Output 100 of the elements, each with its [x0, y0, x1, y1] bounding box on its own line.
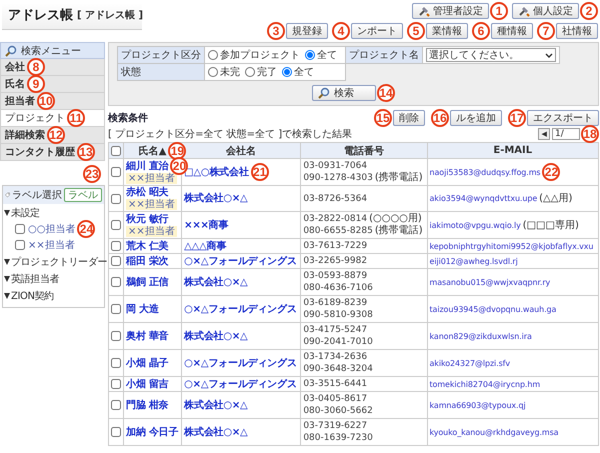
row-checkbox[interactable]: [111, 358, 121, 368]
callout-marker: 20: [170, 157, 188, 175]
contact-name-link[interactable]: 赤松 昭夫: [126, 187, 168, 198]
email-link[interactable]: naoji53583@dudqsy.ffog.ms: [430, 168, 540, 176]
phone-number: 03-6189-8239: [303, 298, 368, 308]
checkbox[interactable]: [15, 240, 25, 250]
callout-marker: 10: [37, 92, 55, 110]
radio-button[interactable]: [282, 66, 292, 76]
phone-number: 03-2822-0814: [303, 214, 368, 224]
sidebar-tab[interactable]: 担当者 10: [0, 93, 105, 110]
toolbar-button[interactable]: エクスポート: [527, 110, 599, 126]
expand-icon[interactable]: [4, 293, 10, 299]
row-checkbox[interactable]: [111, 304, 121, 314]
label-button[interactable]: ラベル: [64, 188, 102, 202]
row-checkbox[interactable]: [111, 220, 121, 230]
callout-marker: 7: [537, 22, 555, 40]
callout-marker: 4: [332, 22, 350, 40]
row-checkbox[interactable]: [111, 167, 121, 177]
callout-marker: 24: [77, 220, 96, 238]
radio-label[interactable]: 完了: [257, 64, 277, 78]
column-header[interactable]: E-MAIL: [493, 145, 532, 156]
callout-marker: 16: [431, 109, 449, 127]
toolbar-button[interactable]: 削除: [393, 110, 425, 126]
tree-label[interactable]: プロジェクトリーダー: [11, 255, 108, 269]
email-note: (△△用): [539, 193, 572, 204]
phone-number: 03-7613-7229: [303, 241, 368, 251]
sidebar-tab[interactable]: プロジェクト 11: [0, 110, 105, 127]
toolbar-button[interactable]: 業情報: [426, 23, 468, 39]
radio-button[interactable]: [208, 50, 218, 60]
label-tag: ××担当者: [126, 199, 177, 210]
expand-icon[interactable]: [4, 210, 10, 216]
tools-icon: [418, 5, 430, 17]
field-label: プロジェクト名: [349, 50, 419, 61]
search-button[interactable]: 検索: [312, 85, 376, 101]
toolbar-button[interactable]: 規登録: [286, 23, 328, 39]
callout-marker: 1: [490, 2, 508, 20]
label-tag: ××担当者: [126, 172, 177, 184]
sidebar-tab[interactable]: コンタクト履歴 13: [0, 144, 105, 161]
radio-label[interactable]: 参加プロジェクト: [220, 48, 300, 62]
toolbar-button[interactable]: ルを追加: [450, 110, 502, 126]
radio-button[interactable]: [245, 66, 255, 76]
sidebar-tab[interactable]: 詳細検索 12: [0, 127, 105, 144]
callout-marker: 5: [407, 22, 425, 40]
callout-marker: 9: [27, 75, 45, 93]
expand-icon[interactable]: [4, 259, 10, 265]
tree-label[interactable]: 未設定: [11, 206, 40, 220]
page-select[interactable]: 1/: [552, 128, 580, 140]
tree-label[interactable]: 英語担当者: [11, 272, 60, 286]
phone-number: 080-3060-5662: [303, 406, 373, 416]
email-link[interactable]: akiko24327@lpzi.sfv: [430, 358, 510, 368]
callout-marker: 13: [77, 143, 95, 161]
email-link[interactable]: kanon829@zikduxwlsn.ira: [430, 332, 532, 340]
radio-label[interactable]: 未完: [220, 64, 240, 78]
tree-label[interactable]: ZION契約: [11, 289, 54, 303]
expand-icon[interactable]: [4, 276, 10, 282]
callout-marker: 2: [580, 2, 598, 20]
dropdown-field[interactable]: 選択してください。: [426, 48, 556, 62]
callout-marker: 8: [27, 58, 45, 76]
phone-number: 090-5810-9308: [303, 310, 373, 320]
row-checkbox[interactable]: [111, 241, 121, 251]
row-checkbox[interactable]: [111, 379, 121, 389]
checkbox[interactable]: [15, 224, 25, 234]
contact-name-link[interactable]: 細川 直治: [126, 160, 168, 172]
sidebar-tab[interactable]: 氏名 9: [0, 76, 105, 93]
tree-label[interactable]: ○○担当者: [28, 224, 76, 235]
settings-button[interactable]: 個人設定: [512, 3, 579, 19]
settings-button[interactable]: 管理者設定: [412, 3, 489, 19]
phone-number: 03-0593-8879: [303, 271, 368, 281]
toolbar-button[interactable]: ンポート: [351, 23, 403, 39]
toolbar-button[interactable]: 種情報: [491, 23, 533, 39]
row-checkbox[interactable]: [111, 256, 121, 266]
radio-button[interactable]: [208, 66, 218, 76]
row-checkbox[interactable]: [111, 277, 121, 287]
company-link[interactable]: ×××商事: [184, 220, 228, 230]
search-summary: [ プロジェクト区分=全て 状態=全て ]で検索した結果: [108, 128, 352, 141]
toolbar-button[interactable]: 社情報: [556, 23, 598, 39]
select-all-checkbox[interactable]: [111, 146, 121, 156]
row-checkbox[interactable]: [111, 400, 121, 410]
phone-number: 090-3648-3204: [303, 364, 373, 374]
radio-button[interactable]: [305, 50, 315, 60]
tree-label[interactable]: ××担当者: [28, 240, 75, 251]
email-note: (□□□専用): [522, 220, 579, 230]
caret-icon: [545, 52, 553, 58]
panel-title: ラベル選択: [12, 189, 62, 202]
search-icon: [5, 44, 17, 56]
radio-label[interactable]: 全て: [317, 48, 337, 62]
row-checkbox[interactable]: [111, 194, 121, 204]
sidebar-tab[interactable]: 会社 8: [0, 59, 105, 76]
column-header[interactable]: 会社名: [226, 146, 256, 156]
field-label: プロジェクト区分: [121, 50, 201, 61]
radio-label[interactable]: 全て: [294, 64, 314, 78]
search-icon: [318, 87, 330, 99]
contact-name-link[interactable]: 秋元 敏行: [126, 214, 168, 224]
email-link[interactable]: iakimoto@vpgu.wqio.ly: [430, 220, 521, 230]
email-link[interactable]: akio3594@wynqdvttxu.upe: [430, 194, 538, 203]
row-checkbox[interactable]: [111, 427, 121, 437]
email-link[interactable]: kamna66903@typoux.qj: [430, 400, 526, 410]
row-checkbox[interactable]: [111, 331, 121, 341]
callout-marker: 12: [47, 126, 65, 144]
callout-marker: 11: [67, 109, 85, 127]
